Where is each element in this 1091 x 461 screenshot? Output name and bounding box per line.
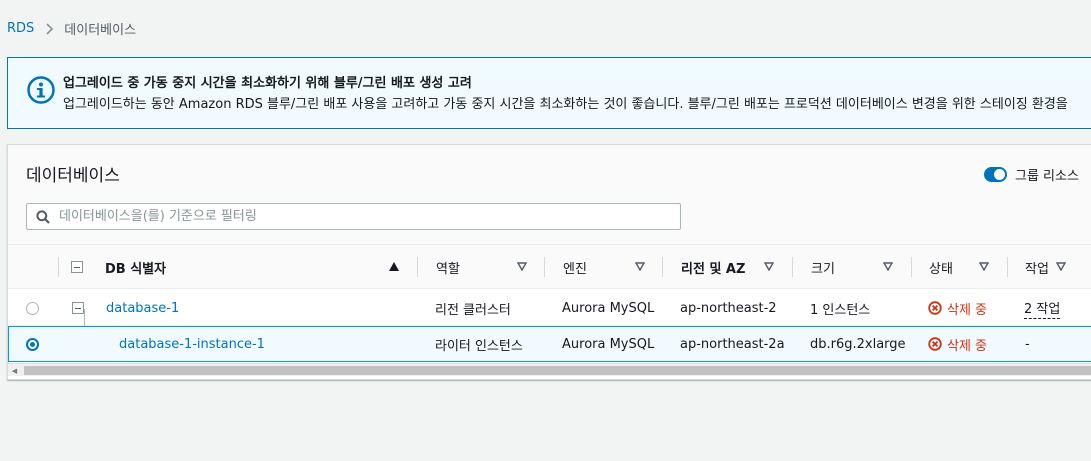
sort-down-icon[interactable]	[763, 260, 775, 275]
info-alert: 업그레이드 중 가동 중지 시간을 최소화하기 위해 블루/그린 배포 생성 고…	[7, 57, 1091, 129]
panel-title: 데이터베이스	[26, 166, 120, 186]
error-circle-icon	[928, 337, 942, 351]
role-cell: 라이터 인스턴스	[435, 338, 523, 354]
panel-header: 데이터베이스 그룹 리소스	[8, 145, 1091, 245]
scroll-left-arrow-icon[interactable]: ◀	[10, 366, 19, 375]
select-all-expander[interactable]	[71, 245, 83, 289]
sort-down-icon[interactable]	[978, 260, 990, 275]
breadcrumb: RDS 데이터베이스	[7, 19, 136, 38]
column-engine[interactable]: 엔진	[563, 245, 587, 289]
sort-ascending-icon[interactable]	[389, 260, 399, 275]
actions-cell: -	[1025, 336, 1030, 352]
error-circle-icon	[928, 301, 942, 315]
radio-button[interactable]	[26, 301, 39, 315]
search-icon	[36, 210, 50, 228]
collapse-icon[interactable]	[71, 261, 83, 273]
engine-cell: Aurora MySQL	[562, 336, 655, 352]
column-size[interactable]: 크기	[811, 245, 835, 289]
status-badge: 삭제 중	[928, 299, 987, 318]
collapse-icon[interactable]	[72, 302, 84, 314]
status-badge: 삭제 중	[928, 335, 987, 354]
scrollbar-thumb[interactable]	[24, 366, 1091, 375]
column-role[interactable]: 역할	[436, 245, 460, 289]
filter-search-box[interactable]	[26, 203, 681, 230]
row-radio[interactable]	[26, 326, 39, 362]
size-cell: db.r6g.2xlarge	[810, 336, 906, 352]
row-radio[interactable]	[26, 290, 39, 326]
region-az-cell: ap-northeast-2a	[680, 336, 785, 352]
alert-body: 업그레이드하는 동안 Amazon RDS 블루/그린 배포 사용을 고려하고 …	[63, 97, 1068, 112]
sort-down-icon[interactable]	[634, 260, 646, 275]
size-cell: 1 인스턴스	[810, 302, 871, 318]
row-expander[interactable]	[72, 290, 84, 326]
status-cell: 삭제 중	[928, 326, 987, 362]
actions-popover-trigger[interactable]: 2 작업	[1024, 298, 1061, 319]
engine-cell: Aurora MySQL	[562, 300, 655, 316]
db-identifier-link[interactable]: database-1-instance-1	[119, 326, 265, 362]
filter-input[interactable]	[57, 206, 667, 227]
role-cell: 리전 클러스터	[435, 302, 511, 318]
toggle-label: 그룹 리소스	[1015, 169, 1079, 184]
chevron-right-icon	[45, 22, 54, 35]
table-row-selected[interactable]: database-1-instance-1 라이터 인스턴스 Aurora My…	[8, 326, 1091, 362]
horizontal-scrollbar[interactable]: ◀	[8, 363, 1091, 376]
breadcrumb-rds-link[interactable]: RDS	[7, 21, 34, 36]
status-cell: 삭제 중	[928, 290, 987, 326]
region-az-cell: ap-northeast-2	[680, 300, 777, 316]
db-identifier-link[interactable]: database-1	[106, 290, 179, 326]
toggle-switch[interactable]	[984, 167, 1007, 182]
sort-down-icon[interactable]	[516, 260, 528, 275]
column-region-az[interactable]: 리전 및 AZ	[681, 245, 745, 289]
sort-down-icon[interactable]	[882, 260, 894, 275]
sort-down-icon[interactable]	[1055, 260, 1067, 275]
info-icon	[26, 75, 56, 105]
column-status[interactable]: 상태	[929, 245, 953, 289]
column-db-identifier[interactable]: DB 식별자	[105, 245, 166, 289]
alert-title: 업그레이드 중 가동 중지 시간을 최소화하기 위해 블루/그린 배포 생성 고…	[63, 76, 472, 91]
databases-panel: 데이터베이스 그룹 리소스 DB 식별자 역할	[7, 144, 1091, 380]
table-row[interactable]: database-1 리전 클러스터 Aurora MySQL ap-north…	[8, 290, 1091, 326]
radio-button-selected[interactable]	[26, 337, 39, 351]
breadcrumb-current: 데이터베이스	[64, 23, 137, 38]
column-actions[interactable]: 작업	[1025, 245, 1049, 289]
table-header: DB 식별자 역할 엔진 리전 및 AZ 크기 상태 작업	[8, 244, 1091, 289]
actions-cell[interactable]: 2 작업	[1024, 290, 1061, 326]
group-resources-toggle[interactable]: 그룹 리소스	[984, 165, 1079, 184]
